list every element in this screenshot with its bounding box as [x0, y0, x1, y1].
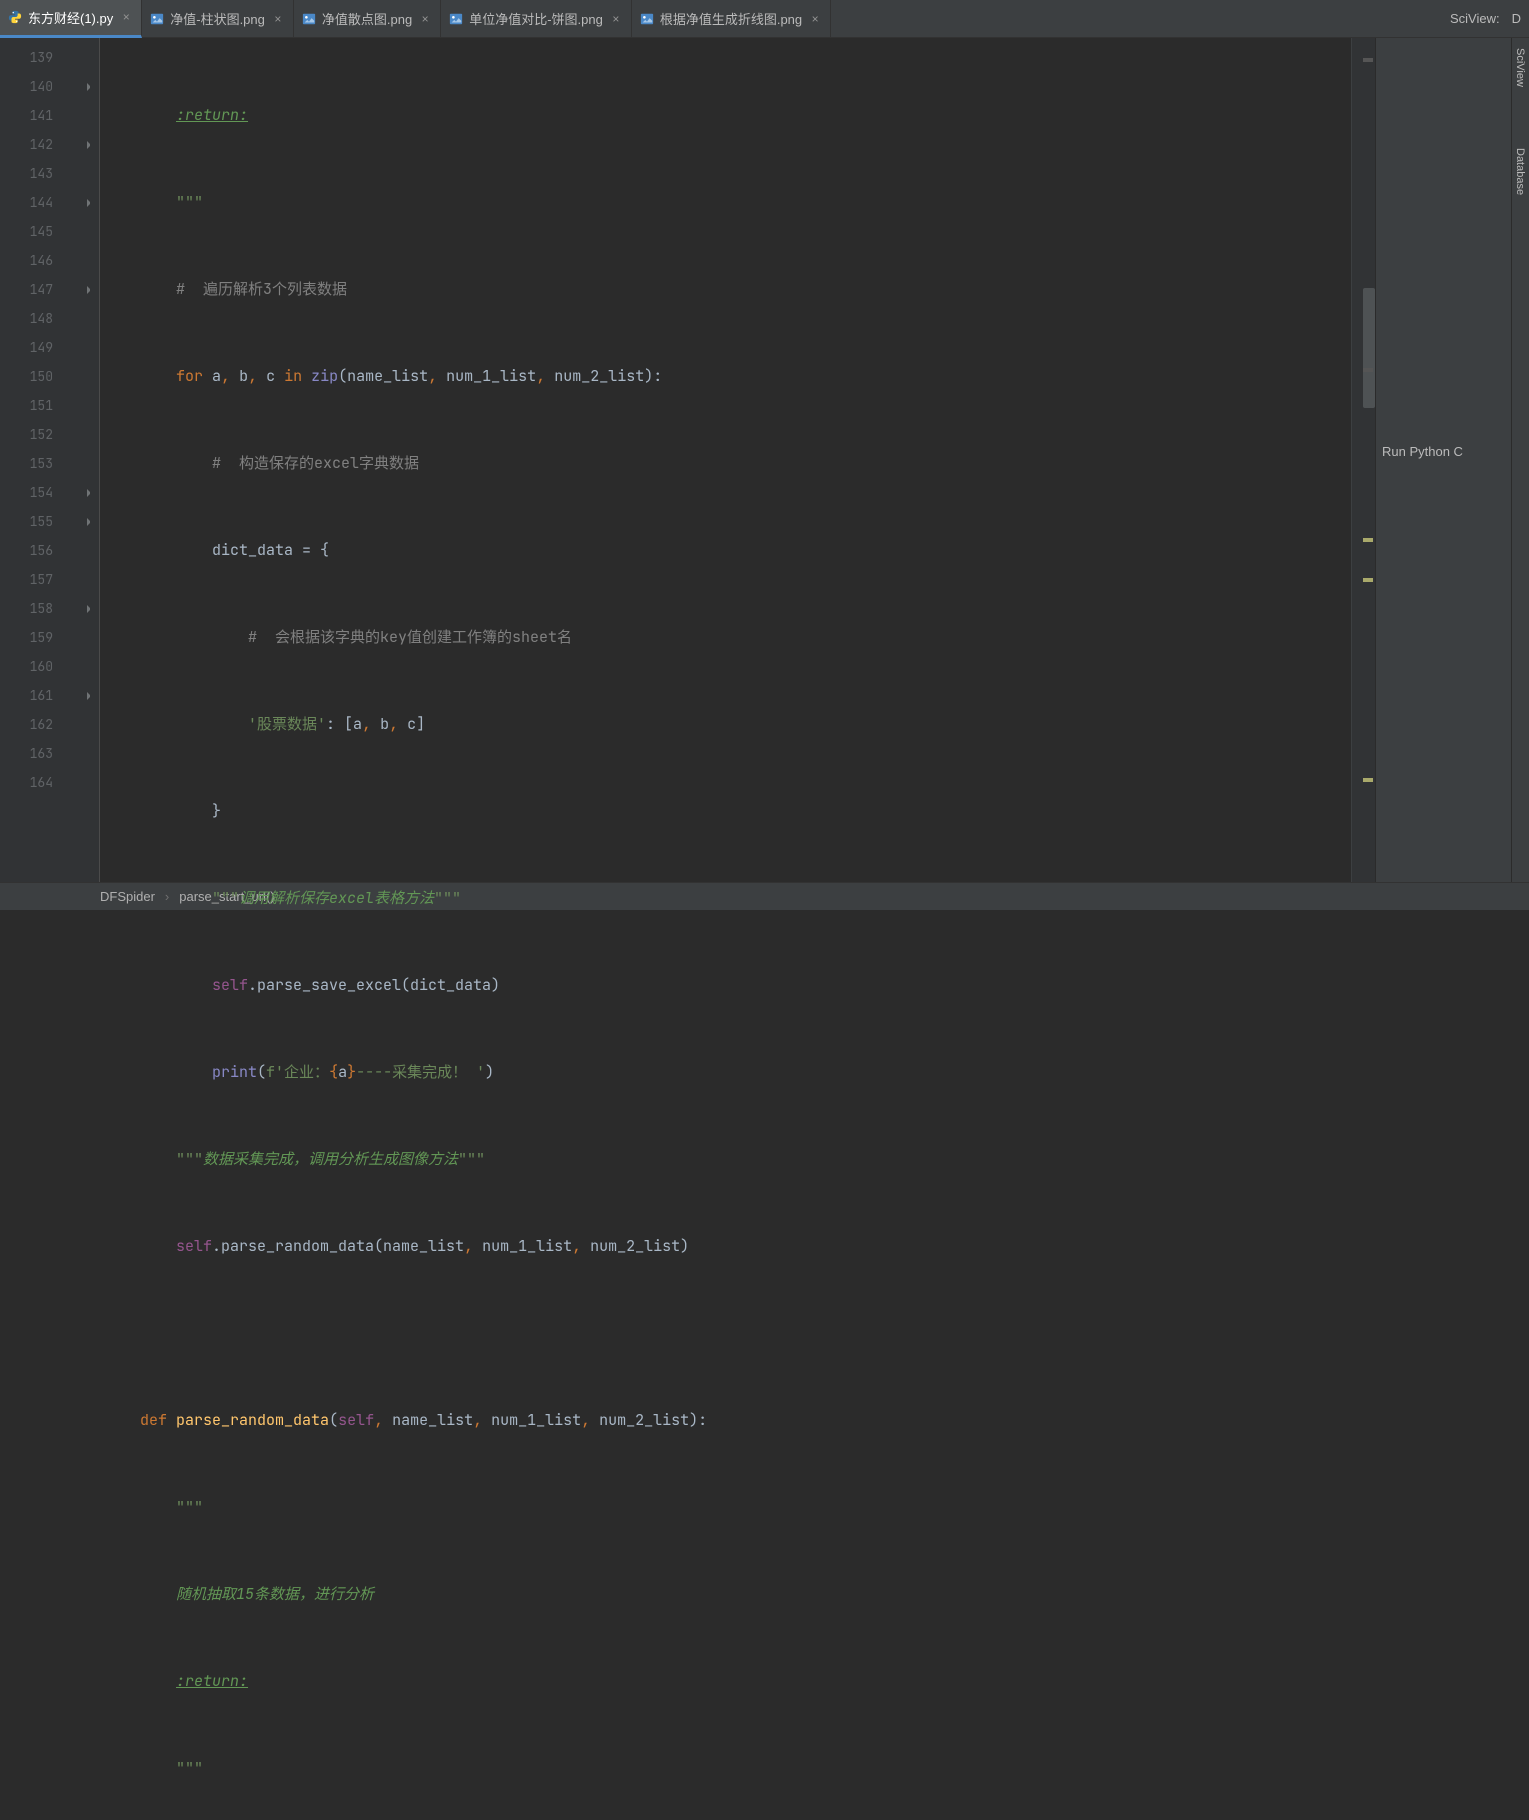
fold-icon[interactable] [85, 488, 95, 498]
image-file-icon [449, 12, 463, 26]
line-number: 150 [0, 362, 99, 391]
line-number: 154 [0, 478, 99, 507]
line-number: 152 [0, 420, 99, 449]
fold-icon[interactable] [85, 82, 95, 92]
line-number: 147 [0, 275, 99, 304]
line-number: 153 [0, 449, 99, 478]
python-file-icon [8, 10, 22, 24]
right-tool-window-bar: SciView Database [1511, 38, 1529, 882]
image-file-icon [150, 12, 164, 26]
tab-label: 单位净值对比-饼图.png [469, 9, 603, 28]
close-icon[interactable]: × [808, 12, 822, 26]
scrollbar-thumb[interactable] [1363, 288, 1375, 408]
line-number: 148 [0, 304, 99, 333]
fold-icon[interactable] [85, 517, 95, 527]
close-icon[interactable]: × [609, 12, 623, 26]
tab-label: 净值-柱状图.png [170, 9, 265, 28]
tab-label: 净值散点图.png [322, 9, 412, 28]
line-number-gutter: 1391401411421431441451461471481491501511… [0, 38, 100, 882]
line-number: 155 [0, 507, 99, 536]
close-icon[interactable]: × [418, 12, 432, 26]
line-number: 161 [0, 681, 99, 710]
line-number: 149 [0, 333, 99, 362]
main-area: 1391401411421431441451461471481491501511… [0, 38, 1529, 882]
editor-minimap[interactable] [1351, 38, 1375, 882]
line-number: 158 [0, 594, 99, 623]
tab-file-python[interactable]: 东方财经(1).py × [0, 0, 142, 38]
line-number: 143 [0, 159, 99, 188]
image-file-icon [302, 12, 316, 26]
line-number: 146 [0, 246, 99, 275]
tab-label: 根据净值生成折线图.png [660, 9, 802, 28]
line-number: 140 [0, 72, 99, 101]
tab-file-image[interactable]: 单位净值对比-饼图.png × [441, 0, 632, 38]
line-number: 144 [0, 188, 99, 217]
fold-icon[interactable] [85, 691, 95, 701]
sciview-panel: Run Python C [1375, 38, 1511, 882]
docstring-return: :return: [176, 105, 248, 125]
fold-icon[interactable] [85, 604, 95, 614]
tab-file-image[interactable]: 净值-柱状图.png × [142, 0, 294, 38]
line-number: 159 [0, 623, 99, 652]
line-number: 156 [0, 536, 99, 565]
line-number: 142 [0, 130, 99, 159]
line-number: 164 [0, 768, 99, 797]
line-number: 162 [0, 710, 99, 739]
tab-file-image[interactable]: 根据净值生成折线图.png × [632, 0, 831, 38]
tool-tab-database[interactable]: Database [1514, 148, 1526, 195]
line-number: 141 [0, 101, 99, 130]
fold-icon[interactable] [85, 198, 95, 208]
line-number: 163 [0, 739, 99, 768]
sciview-tab-d[interactable]: D [1512, 11, 1529, 26]
close-icon[interactable]: × [119, 10, 133, 24]
line-number: 139 [0, 43, 99, 72]
tool-tab-sciview[interactable]: SciView [1514, 48, 1526, 87]
fold-icon[interactable] [85, 140, 95, 150]
tab-label: 东方财经(1).py [28, 8, 113, 27]
line-number: 151 [0, 391, 99, 420]
line-number: 157 [0, 565, 99, 594]
image-file-icon [640, 12, 654, 26]
editor-tab-bar: 东方财经(1).py × 净值-柱状图.png × 净值散点图.png × 单位… [0, 0, 1529, 38]
tab-file-image[interactable]: 净值散点图.png × [294, 0, 441, 38]
line-number: 160 [0, 652, 99, 681]
run-python-console-link[interactable]: Run Python C [1382, 444, 1463, 459]
sciview-panel-title: SciView: [1438, 11, 1512, 26]
line-number: 145 [0, 217, 99, 246]
code-editor[interactable]: :return: """ # 遍历解析3个列表数据 for a, b, c in… [100, 38, 1351, 882]
fold-icon[interactable] [85, 285, 95, 295]
close-icon[interactable]: × [271, 12, 285, 26]
